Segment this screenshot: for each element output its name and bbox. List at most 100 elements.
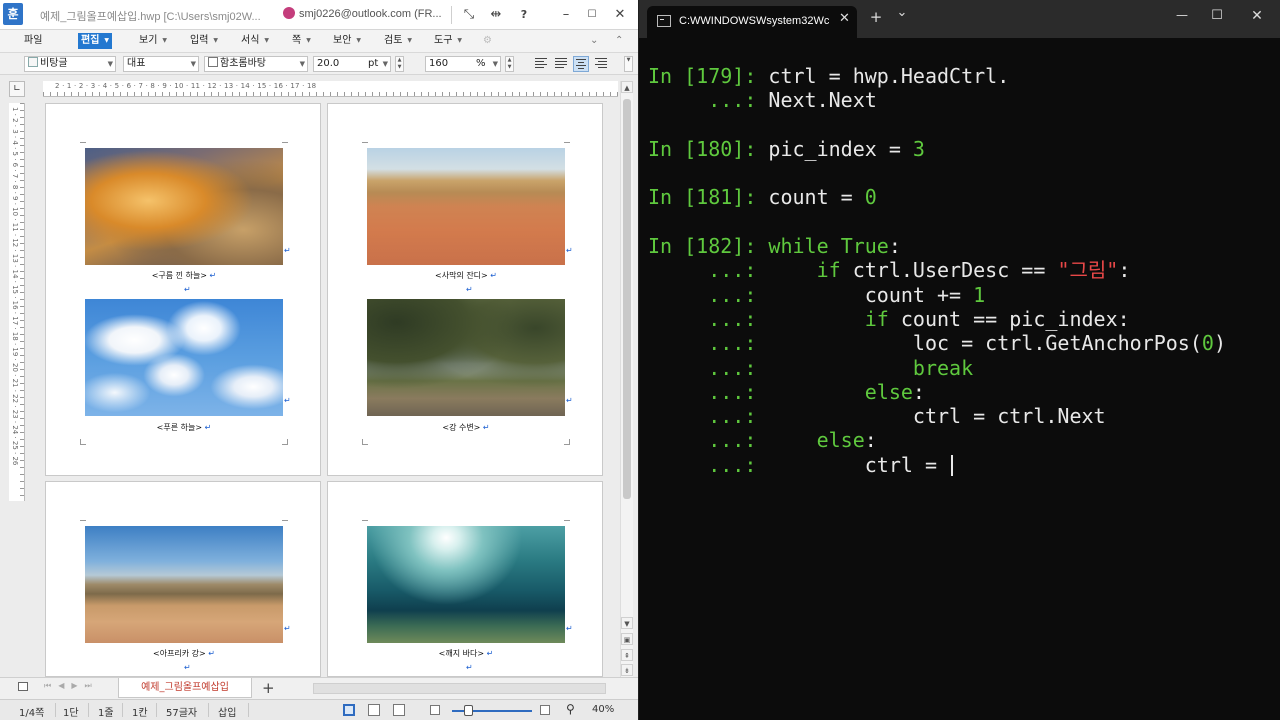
figure-image[interactable] — [367, 299, 565, 416]
figure-image[interactable] — [85, 299, 283, 416]
tab-nav-arrows-icon[interactable]: ⏮◀▶⏭ — [44, 681, 99, 691]
next-page-icon[interactable]: ⇟ — [621, 664, 633, 676]
close-icon[interactable]: ✕ — [610, 5, 630, 25]
figure-caption-text: <강 수변> — [442, 423, 481, 432]
paragraph-mark-icon: ↵ — [284, 246, 291, 255]
align-center-icon[interactable] — [573, 56, 589, 72]
status-column: 1칸 — [132, 708, 148, 719]
figure-image[interactable] — [85, 526, 283, 643]
collapse-icon[interactable]: ⤡ — [459, 5, 479, 25]
zoom-input[interactable]: 160% ▼ — [425, 56, 501, 72]
page-1[interactable]: ↵ <구름 낀 하늘> ↵ ↵ ↵ <푸른 하늘> ↵ — [45, 103, 321, 476]
ipython-line: ...: Next.Next — [648, 88, 877, 113]
terminal-tab[interactable]: C:WWINDOWSWsystem32Wcm ✕ — [647, 6, 857, 38]
full-screen-icon[interactable] — [393, 704, 405, 716]
title-divider — [451, 6, 452, 24]
page-3[interactable]: ↵ <아프리카 강> ↵ ↵ — [45, 481, 321, 677]
menu-view[interactable]: 보기 ▼ — [136, 33, 170, 49]
paragraph-mark-icon: ↵ — [205, 649, 215, 658]
crop-mark — [564, 439, 570, 445]
menu-format[interactable]: 서식 ▼ — [238, 33, 272, 49]
style-select[interactable]: 비탕글 ▼ — [24, 56, 116, 72]
page-view-icon[interactable]: ▣ — [621, 633, 633, 645]
figure-image[interactable] — [367, 148, 565, 265]
scrollbar-thumb[interactable] — [623, 99, 631, 499]
paragraph-mark-icon: ↵ — [487, 271, 497, 280]
font-value: 함초롬바탕 — [220, 58, 266, 69]
language-select[interactable]: 대표 ▼ — [123, 56, 199, 72]
vertical-ruler[interactable]: 1 · 2 · 3 · 4 · 5 · 6 · 7 · 8 · 9 · 10 ·… — [9, 103, 25, 501]
help-icon[interactable]: ? — [514, 5, 534, 25]
normal-view-icon[interactable] — [343, 704, 355, 716]
align-right-icon[interactable] — [593, 56, 609, 72]
account-avatar-icon — [283, 7, 295, 19]
status-bar: 1/4쪽 1단 1줄 1칸 57글자 삽입 ⚲ 40% — [0, 699, 638, 720]
horizontal-scrollbar[interactable] — [313, 683, 606, 694]
ruler-corner-icon[interactable]: ∟ — [9, 81, 25, 97]
menu-format-label: 서식 — [241, 35, 260, 46]
align-left-icon[interactable] — [533, 56, 549, 72]
magnifier-icon[interactable]: ⚲ — [566, 702, 575, 716]
status-mode[interactable]: 삽입 — [218, 704, 236, 719]
menu-review-label: 검토 — [384, 35, 403, 46]
toolbar-more-icon[interactable]: ▼ — [624, 56, 633, 72]
scroll-up-icon[interactable]: ▲ — [621, 81, 633, 93]
tab-dropdown-icon[interactable]: ⌄ — [892, 5, 912, 20]
new-tab-button[interactable]: + — [866, 8, 886, 26]
zoom-in-icon[interactable] — [540, 705, 550, 715]
align-justify-icon[interactable] — [553, 56, 569, 72]
zoom-slider-handle[interactable] — [464, 705, 473, 716]
figure-image[interactable] — [367, 526, 565, 643]
menu-page[interactable]: 쪽 ▼ — [289, 33, 314, 49]
figure-image[interactable] — [85, 148, 283, 265]
add-tab-button[interactable]: + — [262, 679, 275, 697]
ipython-line: In [180]: pic_index = 3 — [648, 136, 925, 161]
hwp-title-bar: 훈 예제_그림올프예삽입.hwp [C:\Users\smj02W... smj… — [0, 0, 638, 30]
terminal-output[interactable]: In [179]: ctrl = hwp.HeadCtrl. ...: Next… — [648, 64, 1226, 477]
scroll-down-icon[interactable]: ▼ — [621, 617, 633, 629]
tab-document-label: 예제_그림올프예삽입 — [141, 682, 229, 693]
maximize-icon[interactable]: ☐ — [1207, 8, 1227, 23]
menu-edit[interactable]: 편집 ▼ — [78, 33, 113, 49]
restore-arrows-icon[interactable]: ⇹ — [486, 5, 506, 25]
menu-tools[interactable]: 도구 ▼ — [431, 33, 465, 49]
font-size-input[interactable]: 20.0 pt ▼ — [313, 56, 391, 72]
ribbon-collapse-icon[interactable]: ⌄ — [587, 33, 601, 49]
zoom-unit: % — [476, 58, 486, 69]
zoom-stepper[interactable]: ▲ ▼ — [505, 56, 514, 72]
paragraph-mark-icon: ↵ — [207, 271, 217, 280]
hwp-logo-icon[interactable]: 훈 — [3, 3, 23, 25]
maximize-icon[interactable]: ☐ — [582, 5, 602, 25]
vertical-scrollbar[interactable]: ▲ ▼ ▣ ⇞ ⇟ — [620, 81, 633, 677]
status-zoom[interactable]: 40% — [592, 704, 614, 715]
menu-file[interactable]: 파일 — [21, 33, 45, 49]
account-button[interactable]: smj0226@outlook.com (FR... — [283, 5, 442, 23]
zoom-value: 160 — [429, 58, 449, 69]
minimize-icon[interactable]: – — [556, 5, 576, 25]
zoom-out-icon[interactable] — [430, 705, 440, 715]
style-value: 비탕글 — [40, 58, 68, 69]
memo-icon[interactable] — [18, 682, 28, 691]
status-line: 1줄 — [98, 708, 114, 719]
terminal-tab-bar: C:WWINDOWSWsystem32Wcm ✕ + ⌄ — ☐ ✕ — [639, 0, 1280, 38]
tab-document[interactable]: 예제_그림올프예삽입 — [118, 678, 252, 698]
paragraph-mark-icon: ↵ — [202, 423, 212, 432]
menu-insert[interactable]: 입력 ▼ — [187, 33, 221, 49]
page-4[interactable]: ↵ <깨지 바다> ↵ ↵ — [327, 481, 603, 677]
settings-icon[interactable]: ⚙ — [480, 33, 495, 49]
menu-security[interactable]: 보안 ▼ — [330, 33, 364, 49]
prev-page-icon[interactable]: ⇞ — [621, 649, 633, 661]
menu-review[interactable]: 검토 ▼ — [381, 33, 415, 49]
status-page[interactable]: 1/4쪽 — [19, 704, 44, 719]
paragraph-mark-icon: ↵ — [184, 285, 191, 294]
font-select[interactable]: 함초롬바탕 ▼ — [204, 56, 308, 72]
close-icon[interactable]: ✕ — [1247, 8, 1267, 24]
minimize-icon[interactable]: — — [1172, 8, 1192, 22]
ipython-line: ...: ctrl = ctrl.Next — [648, 404, 1106, 429]
font-size-stepper[interactable]: ▲ ▼ — [395, 56, 404, 72]
ribbon-expand-icon[interactable]: ⌃ — [612, 33, 626, 49]
page-2[interactable]: ↵ <사막의 잔디> ↵ ↵ ↵ <강 수변> ↵ — [327, 103, 603, 476]
web-view-icon[interactable] — [368, 704, 380, 716]
close-tab-icon[interactable]: ✕ — [839, 11, 850, 26]
horizontal-ruler[interactable]: 2 · 1 · 2 · 3 · 4 · 5 · 6 · 7 · 8 · 9 · … — [43, 81, 618, 97]
